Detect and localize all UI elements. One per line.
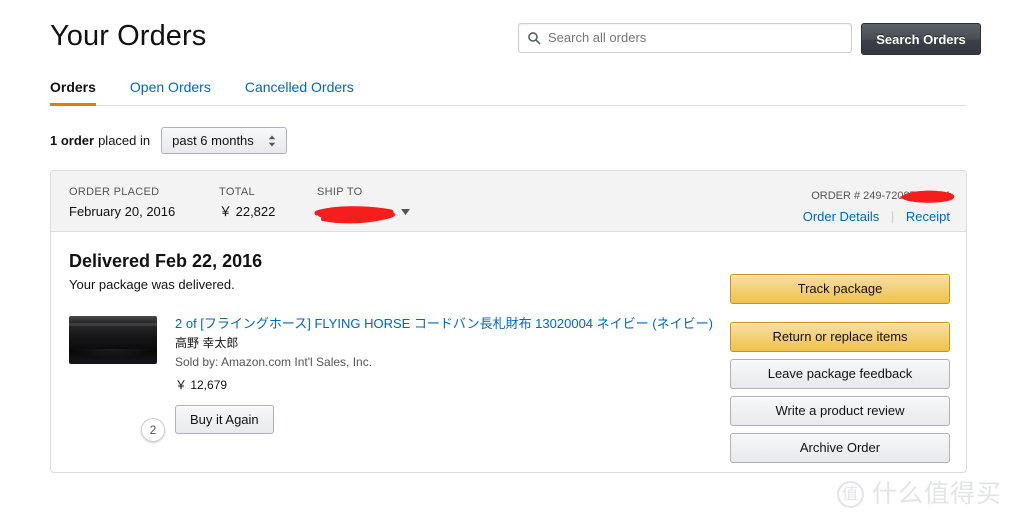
product-title-link[interactable]: 2 of [フライングホース] FLYING HORSE コードバン長札財布 1… xyxy=(175,315,713,332)
order-card-header: ORDER PLACED February 20, 2016 TOTAL ￥ 2… xyxy=(51,171,966,232)
actions-spacer xyxy=(730,311,950,322)
return-or-replace-button[interactable]: Return or replace items xyxy=(730,322,950,352)
order-actions: Track package Return or replace items Le… xyxy=(730,274,950,470)
order-header-links: Order Details | Receipt xyxy=(803,209,950,225)
order-card-body: Delivered Feb 22, 2016 Your package was … xyxy=(51,232,966,472)
order-total-value: ￥ 22,822 xyxy=(219,204,276,219)
time-range-select[interactable]: past 6 months xyxy=(161,127,287,154)
product-price: ￥ 12,679 xyxy=(175,378,228,392)
order-search-area: Search Orders xyxy=(518,23,981,55)
track-package-button[interactable]: Track package xyxy=(730,274,950,304)
tab-open-orders[interactable]: Open Orders xyxy=(130,79,211,106)
orders-filter-row: 1 order placed in past 6 months xyxy=(50,127,287,154)
tab-orders[interactable]: Orders xyxy=(50,79,96,106)
watermark-logo-icon: 值 xyxy=(836,480,864,508)
order-number: ORDER # 249-7208786-344 xyxy=(811,187,955,203)
write-product-review-button[interactable]: Write a product review xyxy=(730,396,950,426)
buy-it-again-button[interactable]: Buy it Again xyxy=(175,405,274,434)
leave-package-feedback-button[interactable]: Leave package feedback xyxy=(730,359,950,389)
receipt-link[interactable]: Receipt xyxy=(906,209,950,224)
orders-tabs: Orders Open Orders Cancelled Orders xyxy=(50,79,966,106)
product-info: 2 of [フライングホース] FLYING HORSE コードバン長札財布 1… xyxy=(175,314,713,434)
order-card: ORDER PLACED February 20, 2016 TOTAL ￥ 2… xyxy=(50,170,967,473)
orders-page: Your Orders Search Orders Orders Open Or… xyxy=(0,0,1016,517)
ship-to-column: SHIP TO xyxy=(314,186,410,223)
order-total-column: TOTAL ￥ 22,822 xyxy=(219,186,275,220)
watermark-text: 什么值得买 xyxy=(871,479,1002,508)
order-placed-label: ORDER PLACED xyxy=(69,186,160,198)
product-thumbnail-image xyxy=(69,316,157,364)
ship-to-value[interactable] xyxy=(314,204,410,223)
link-separator: | xyxy=(890,209,895,224)
order-details-link[interactable]: Order Details xyxy=(803,209,880,224)
page-title: Your Orders xyxy=(50,20,207,52)
order-placed-column: ORDER PLACED February 20, 2016 xyxy=(69,186,175,220)
order-total-label: TOTAL xyxy=(219,186,255,198)
order-placed-value: February 20, 2016 xyxy=(69,204,176,219)
order-number-redaction xyxy=(898,187,955,203)
order-number-column: ORDER # 249-7208786-344 Order Details | … xyxy=(803,186,955,225)
tab-cancelled-orders[interactable]: Cancelled Orders xyxy=(245,79,354,106)
delivery-status-title: Delivered Feb 22, 2016 xyxy=(69,251,263,271)
search-orders-button[interactable]: Search Orders xyxy=(861,23,981,55)
archive-order-button[interactable]: Archive Order xyxy=(730,433,950,463)
search-box[interactable] xyxy=(518,23,852,53)
quantity-badge: 2 xyxy=(141,418,165,442)
ship-to-label: SHIP TO xyxy=(317,186,363,198)
product-byline: 高野 幸太郎 xyxy=(175,336,239,350)
chevron-updown-icon xyxy=(268,135,276,147)
search-icon xyxy=(528,32,541,45)
site-watermark: 值 什么值得买 xyxy=(836,479,1002,509)
order-count: 1 order xyxy=(50,133,95,148)
filter-placed-in-label: placed in xyxy=(98,133,151,148)
product-seller: Sold by: Amazon.com Int'l Sales, Inc. xyxy=(175,355,373,369)
product-thumbnail-wrap[interactable]: 2 xyxy=(69,314,165,442)
ship-to-redaction xyxy=(314,205,397,223)
time-range-selected-value: past 6 months xyxy=(172,133,254,148)
search-input[interactable] xyxy=(548,29,843,47)
